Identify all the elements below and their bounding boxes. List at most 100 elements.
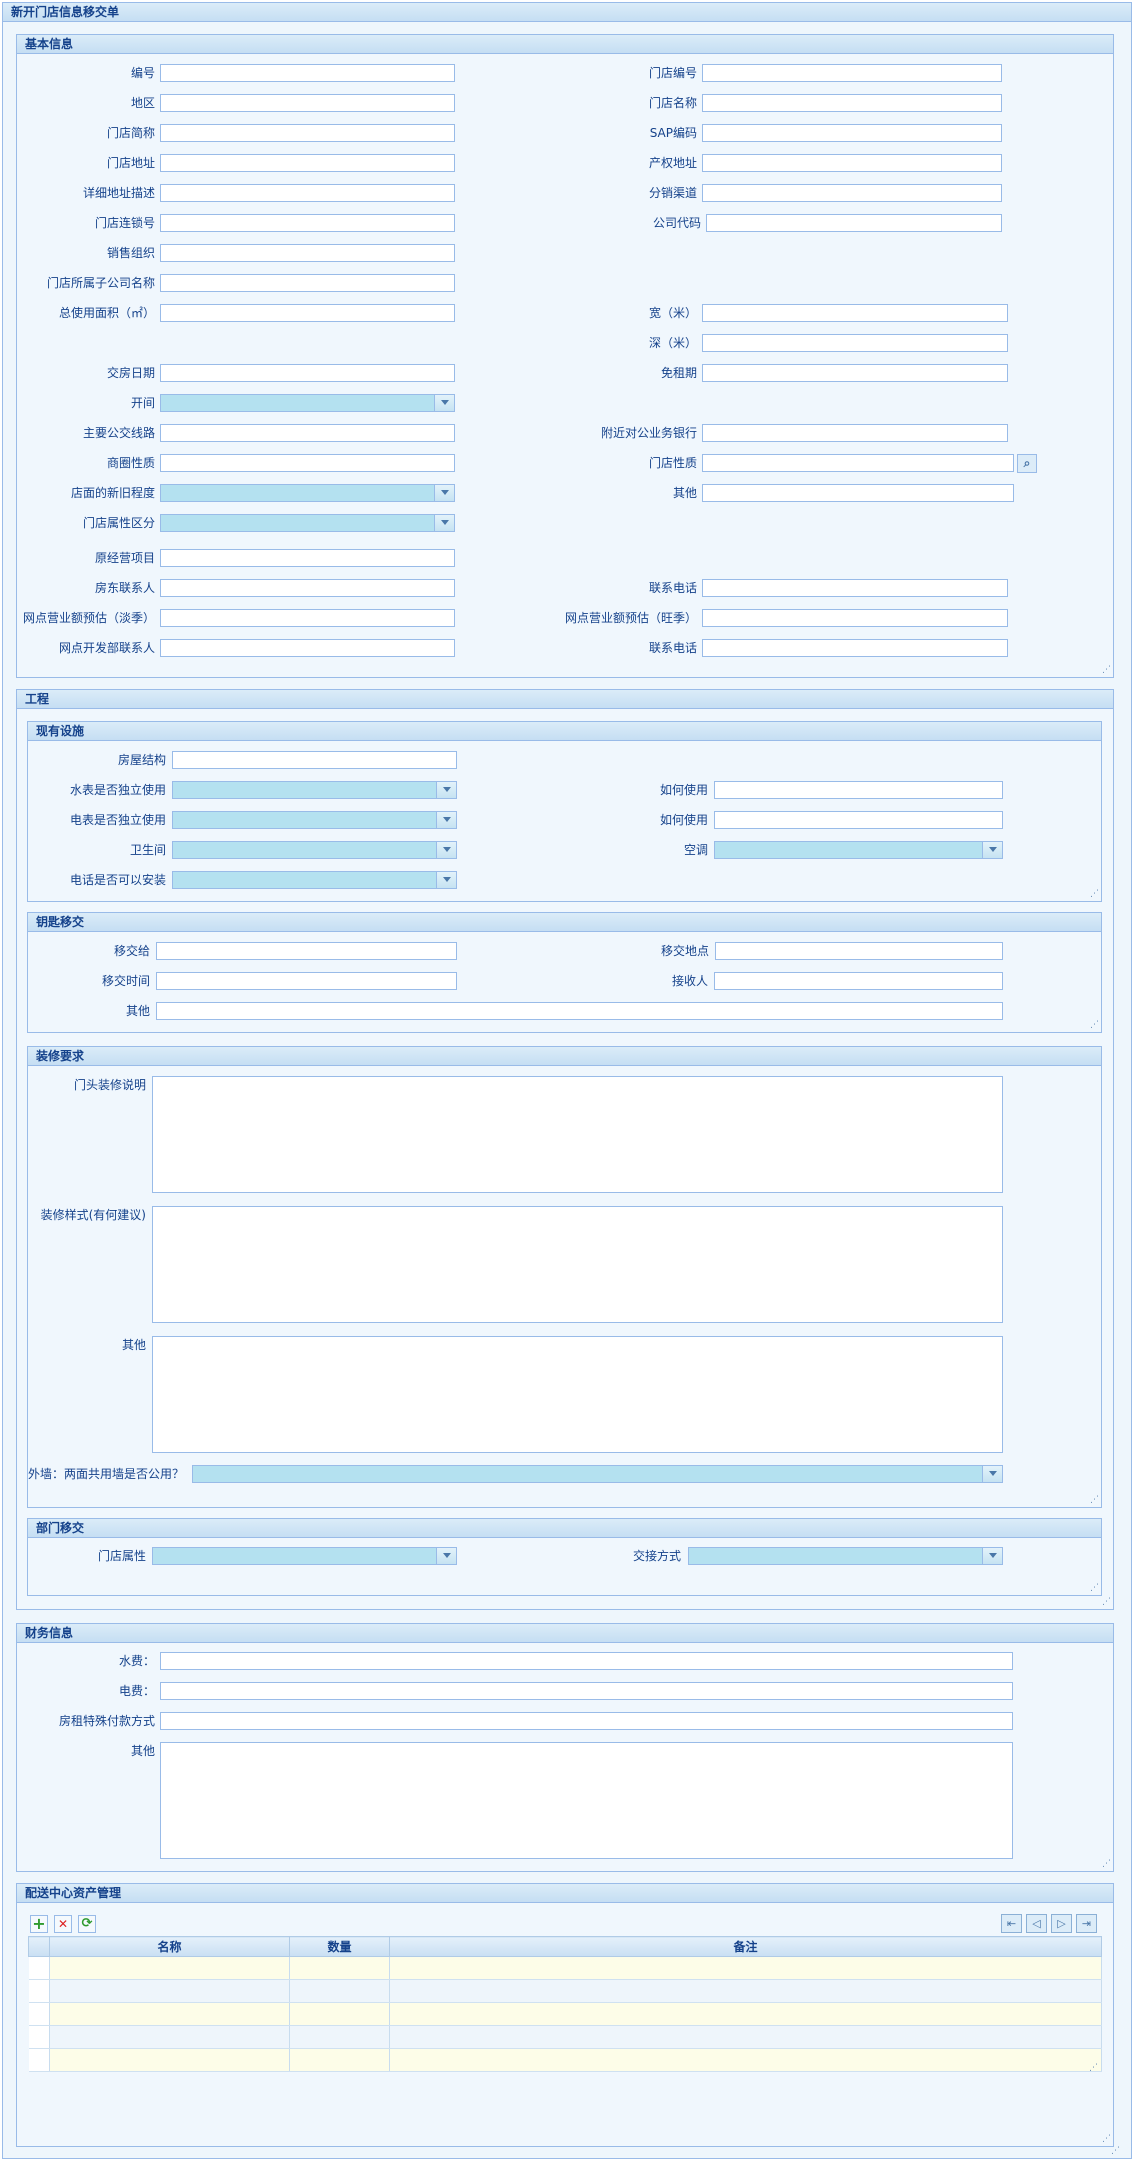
chevron-down-icon[interactable]	[436, 812, 456, 828]
wall-select[interactable]	[192, 1465, 1003, 1483]
name-cell[interactable]	[49, 1979, 290, 2003]
name-cell[interactable]	[49, 2025, 290, 2049]
store-name-input[interactable]	[702, 94, 1002, 112]
short-name-input[interactable]	[160, 124, 455, 142]
add-row-button[interactable]: +	[30, 1915, 48, 1933]
code-input[interactable]	[160, 64, 455, 82]
remark-cell[interactable]	[389, 1956, 1102, 1980]
chevron-down-icon[interactable]	[436, 842, 456, 858]
prev-page-button[interactable]: ◁	[1026, 1914, 1047, 1933]
trade-area-input[interactable]	[160, 454, 455, 472]
qty-cell[interactable]	[289, 2002, 390, 2026]
remark-cell[interactable]	[389, 2048, 1102, 2072]
chevron-down-icon[interactable]	[434, 485, 454, 501]
address-detail-input[interactable]	[160, 184, 455, 202]
how-use1-input[interactable]	[714, 781, 1003, 799]
sales-org-input[interactable]	[160, 244, 455, 262]
column-header-name[interactable]: 名称	[49, 1936, 290, 1957]
table-row[interactable]	[28, 1979, 1102, 2003]
water-meter-select[interactable]	[172, 781, 457, 799]
table-row[interactable]	[28, 2002, 1102, 2026]
last-page-button[interactable]: ⇥	[1076, 1914, 1097, 1933]
prev-business-input[interactable]	[160, 549, 455, 567]
old-new-select[interactable]	[160, 484, 455, 502]
keys-other-input[interactable]	[156, 1002, 1003, 1020]
chevron-down-icon[interactable]	[434, 515, 454, 531]
property-address-input[interactable]	[702, 154, 1002, 172]
aircon-select[interactable]	[714, 841, 1003, 859]
column-header-remark[interactable]: 备注	[389, 1936, 1102, 1957]
style-textarea[interactable]	[152, 1206, 1003, 1323]
nearby-bank-input[interactable]	[702, 424, 1008, 442]
qty-cell[interactable]	[289, 2048, 390, 2072]
total-area-input[interactable]	[160, 304, 455, 322]
rent-free-input[interactable]	[702, 364, 1008, 382]
sub-company-input[interactable]	[160, 274, 455, 292]
chevron-down-icon[interactable]	[436, 782, 456, 798]
name-cell[interactable]	[49, 2002, 290, 2026]
handover-date-input[interactable]	[160, 364, 455, 382]
structure-input[interactable]	[172, 751, 457, 769]
chevron-down-icon[interactable]	[982, 842, 1002, 858]
qty-cell[interactable]	[289, 2025, 390, 2049]
qty-cell[interactable]	[289, 1979, 390, 2003]
next-page-button[interactable]: ▷	[1051, 1914, 1072, 1933]
channel-input[interactable]	[702, 184, 1002, 202]
phone2-input[interactable]	[702, 639, 1008, 657]
search-icon[interactable]: ⌕	[1017, 454, 1037, 473]
resize-grip-icon[interactable]: ⋰	[1101, 1597, 1111, 1607]
qty-cell[interactable]	[289, 1956, 390, 1980]
remark-cell[interactable]	[389, 2025, 1102, 2049]
first-page-button[interactable]: ⇤	[1001, 1914, 1022, 1933]
rent-payment-input[interactable]	[160, 1712, 1013, 1730]
handover-to-input[interactable]	[156, 942, 457, 960]
width-input[interactable]	[702, 304, 1008, 322]
resize-grip-icon[interactable]: ⋰	[1089, 1020, 1099, 1030]
resize-grip-icon[interactable]: ⋰	[1101, 665, 1111, 675]
water-fee-input[interactable]	[160, 1652, 1013, 1670]
address-input[interactable]	[160, 154, 455, 172]
forecast-high-input[interactable]	[702, 609, 1008, 627]
region-input[interactable]	[160, 94, 455, 112]
resize-grip-icon[interactable]: ⋰	[1110, 2146, 1120, 2156]
store-nature-input[interactable]	[702, 454, 1014, 472]
table-row[interactable]	[28, 2048, 1102, 2072]
depth-input[interactable]	[702, 334, 1008, 352]
handover-place-input[interactable]	[715, 942, 1003, 960]
chevron-down-icon[interactable]	[982, 1548, 1002, 1564]
name-cell[interactable]	[49, 2048, 290, 2072]
restroom-select[interactable]	[172, 841, 457, 859]
chain-no-input[interactable]	[160, 214, 455, 232]
chevron-down-icon[interactable]	[982, 1466, 1002, 1482]
handover-time-input[interactable]	[156, 972, 457, 990]
remark-cell[interactable]	[389, 2002, 1102, 2026]
table-row[interactable]	[28, 2025, 1102, 2049]
resize-grip-icon[interactable]: ⋰	[1089, 889, 1099, 899]
delete-row-button[interactable]: ✕	[54, 1915, 72, 1933]
store-attr-select[interactable]	[152, 1547, 457, 1565]
remark-cell[interactable]	[389, 1979, 1102, 2003]
resize-grip-icon[interactable]: ⋰	[1089, 1495, 1099, 1505]
opening-select[interactable]	[160, 394, 455, 412]
other-input[interactable]	[702, 484, 1014, 502]
resize-grip-icon[interactable]: ⋰	[1088, 2063, 1098, 2073]
bus-lines-input[interactable]	[160, 424, 455, 442]
dev-contact-input[interactable]	[160, 639, 455, 657]
chevron-down-icon[interactable]	[436, 1548, 456, 1564]
handover-method-select[interactable]	[688, 1547, 1003, 1565]
how-use2-input[interactable]	[714, 811, 1003, 829]
forecast-low-input[interactable]	[160, 609, 455, 627]
resize-grip-icon[interactable]: ⋰	[1089, 1583, 1099, 1593]
phone1-input[interactable]	[702, 579, 1008, 597]
company-code-input[interactable]	[706, 214, 1002, 232]
receiver-input[interactable]	[714, 972, 1003, 990]
facade-textarea[interactable]	[152, 1076, 1003, 1193]
elec-fee-input[interactable]	[160, 1682, 1013, 1700]
table-row[interactable]	[28, 1956, 1102, 1980]
refresh-button[interactable]: ⟳	[78, 1915, 96, 1933]
store-code-input[interactable]	[702, 64, 1002, 82]
elec-meter-select[interactable]	[172, 811, 457, 829]
chevron-down-icon[interactable]	[436, 872, 456, 888]
decoration-other-textarea[interactable]	[152, 1336, 1003, 1453]
chevron-down-icon[interactable]	[434, 395, 454, 411]
